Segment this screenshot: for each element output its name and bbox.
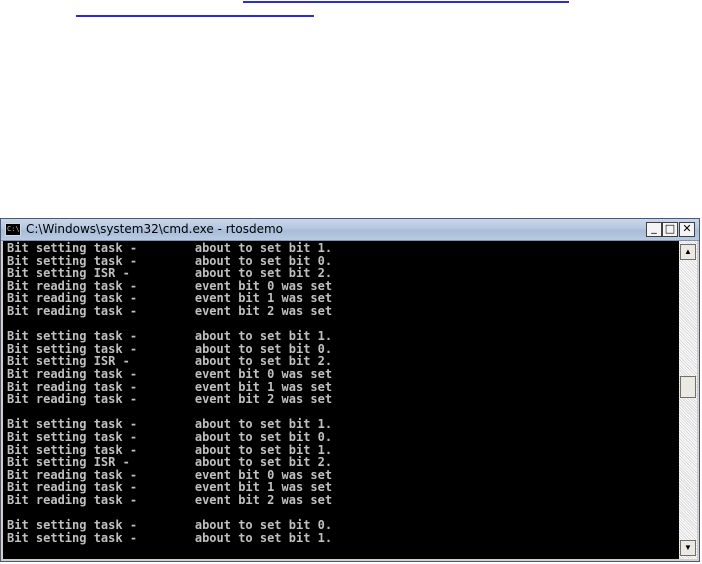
console-line: Bit reading task - event bit 1 was set [7,480,333,495]
console-line: Bit reading task - event bit 0 was set [7,366,333,381]
vertical-scrollbar[interactable]: ▲ ▼ [679,241,697,559]
arrow-down-icon: ▼ [684,543,692,552]
arrow-up-icon: ▲ [684,247,692,256]
console-line: Bit setting task - about to set bit 0. [7,429,333,444]
console-line: Bit reading task - event bit 2 was set [7,303,333,318]
document-link-underline[interactable] [243,1,569,3]
page: C:\ C:\Windows\system32\cmd.exe - rtosde… [0,0,702,564]
console-line: Bit setting task - about to set bit 0. [7,518,333,533]
maximize-button[interactable]: □ [662,222,678,237]
console-line: Bit reading task - event bit 2 was set [7,392,333,407]
console-line: Bit setting ISR - about to set bit 2. [7,455,333,470]
scroll-down-button[interactable]: ▼ [680,540,696,556]
console-line: Bit setting ISR - about to set bit 2. [7,266,333,281]
cmd-prompt-icon[interactable]: C:\ [5,223,21,236]
maximize-icon: □ [664,222,676,235]
console-line: Bit setting task - about to set bit 1. [7,530,333,545]
title-bar[interactable]: C:\ C:\Windows\system32\cmd.exe - rtosde… [1,219,699,241]
close-icon: ✕ [682,222,692,235]
console-line: Bit reading task - event bit 2 was set [7,492,333,507]
close-button[interactable]: ✕ [679,222,695,237]
cmd-window: C:\ C:\Windows\system32\cmd.exe - rtosde… [0,218,700,562]
window-title: C:\Windows\system32\cmd.exe - rtosdemo [26,222,283,236]
minimize-icon: _ [651,221,657,234]
console-line: Bit setting task - about to set bit 1. [7,241,333,255]
document-link-underline[interactable] [76,15,314,17]
console-line: Bit setting task - about to set bit 1. [7,329,333,344]
minimize-button[interactable]: _ [646,222,662,237]
scroll-up-button[interactable]: ▲ [680,244,696,260]
console-output[interactable]: Bit setting task - about to set bit 1. Bi… [3,241,679,559]
console-lines: Bit setting task - about to set bit 1. Bi… [7,242,332,544]
scrollbar-thumb[interactable] [680,376,696,398]
